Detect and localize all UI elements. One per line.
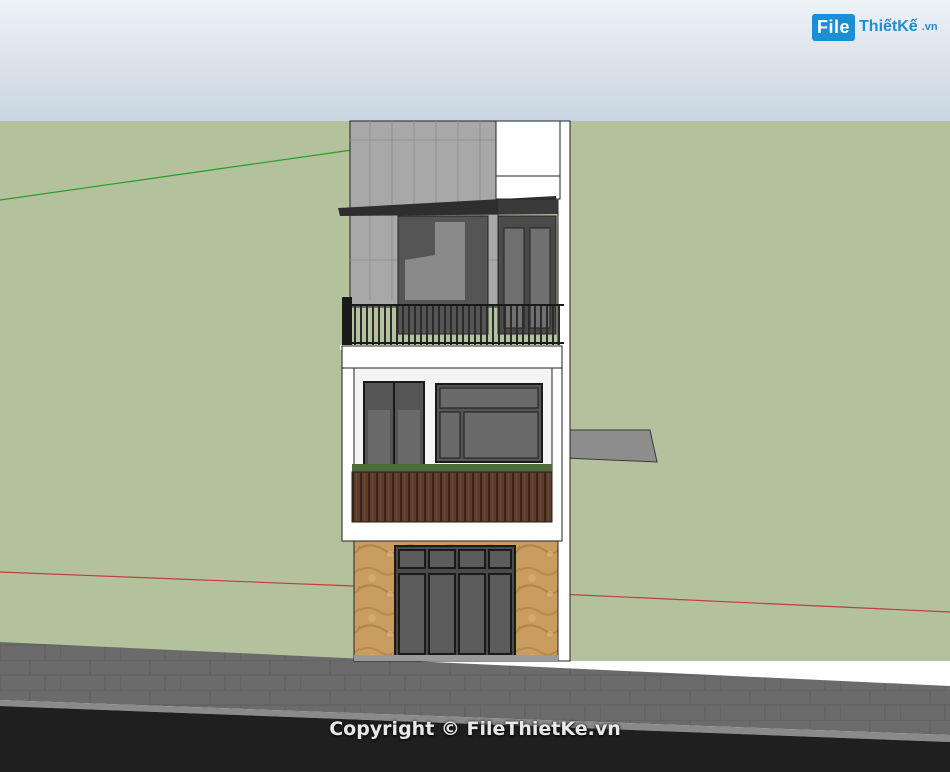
logo-tld: .vn <box>921 21 938 33</box>
top-white-wall <box>495 120 561 200</box>
side-slab <box>559 429 658 463</box>
sky <box>0 0 950 122</box>
logo-file-box: File <box>812 13 856 41</box>
logo-brand-text: ThiếtKế <box>859 18 918 35</box>
wooden-planter <box>351 471 553 523</box>
planter-greenery <box>352 464 552 472</box>
copyright-watermark: Copyright © FileThietKe.vn <box>329 718 621 740</box>
filethietke-logo: File ThiếtKế .vn <box>812 10 938 44</box>
sketchup-3d-house-scene <box>0 0 950 772</box>
door-panels <box>398 549 512 655</box>
balcony-railing <box>342 305 564 345</box>
